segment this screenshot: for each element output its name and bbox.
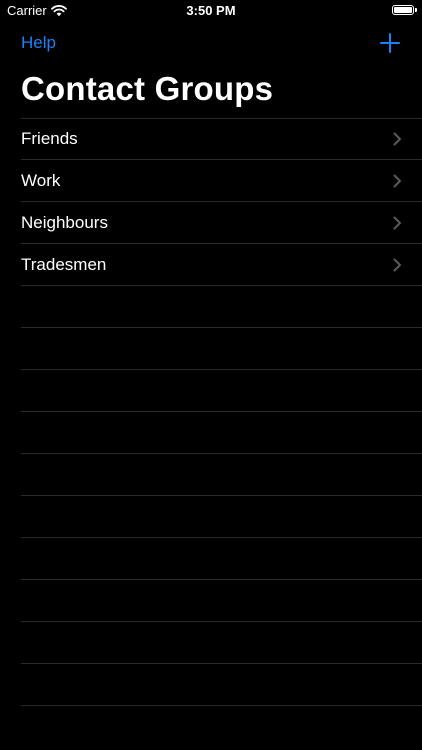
empty-list-row [21,286,422,328]
empty-list-row [21,622,422,664]
empty-list-row [21,328,422,370]
empty-list-row [21,664,422,706]
battery-icon [392,5,414,15]
list-item-neighbours[interactable]: Neighbours [21,202,422,244]
empty-list-row [21,412,422,454]
empty-list-row [21,538,422,580]
empty-list-row [21,580,422,622]
chevron-right-icon [393,258,402,272]
battery-tip [415,8,417,12]
chevron-right-icon [393,216,402,230]
chevron-right-icon [393,132,402,146]
chevron-right-icon [393,174,402,188]
empty-list-row [21,496,422,538]
list-item-label: Tradesmen [21,255,107,274]
list-item-work[interactable]: Work [21,160,422,202]
status-time: 3:50 PM [186,3,236,18]
list-item-tradesmen[interactable]: Tradesmen [21,244,422,286]
plus-icon[interactable] [380,33,400,53]
list-item-friends[interactable]: Friends [21,118,422,160]
page-title: Contact Groups [21,70,274,107]
battery-level [394,7,412,13]
empty-list-row [21,370,422,412]
list-item-label: Neighbours [21,213,108,232]
list-item-label: Friends [21,129,78,148]
contact-groups-list: Friends Work Neighbours Tradesmen [0,118,422,706]
help-button[interactable]: Help [21,33,56,53]
status-bar: Carrier 3:50 PM [0,0,422,22]
list-item-label: Work [21,171,61,190]
empty-list-row [21,454,422,496]
